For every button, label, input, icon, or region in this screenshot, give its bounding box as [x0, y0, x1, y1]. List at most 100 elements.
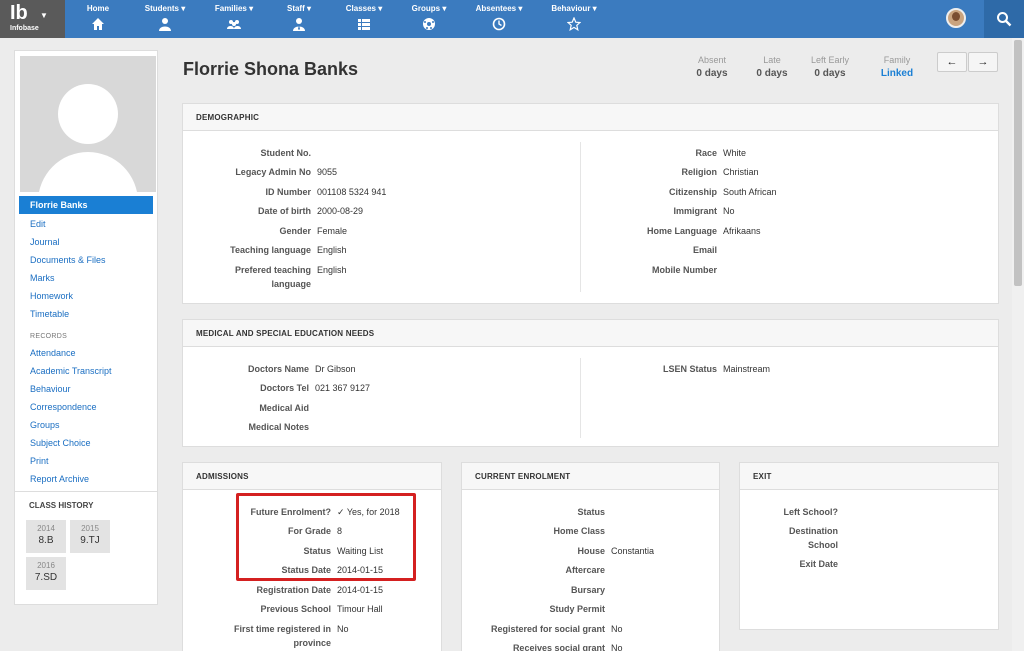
field-label: Student No. — [260, 148, 312, 158]
field-value: 2000-08-29 — [317, 206, 364, 216]
nav-groups-label: Groups ▾ — [411, 4, 447, 13]
field-label: Destination School — [788, 526, 838, 550]
field-label: Race — [695, 148, 717, 158]
stat-left-early: Left Early 0 days — [805, 55, 855, 79]
nav-students-label: Students ▾ — [144, 4, 186, 13]
sidebar-item-academic-transcript[interactable]: Academic Transcript — [15, 362, 157, 380]
sidebar-item-homework[interactable]: Homework — [15, 287, 157, 305]
user-avatar[interactable] — [946, 8, 966, 28]
field-value: No — [611, 643, 623, 651]
highlight-box — [236, 493, 416, 581]
medical-title: MEDICAL AND SPECIAL EDUCATION NEEDS — [183, 320, 998, 347]
sidebar-item-attendance[interactable]: Attendance — [15, 344, 157, 362]
chevron-down-icon: ▼ — [40, 11, 48, 20]
app-logo-menu[interactable]: Ib ▼ Infobase — [0, 0, 65, 38]
field-label: Aftercare — [565, 565, 605, 575]
field-label: LSEN Status — [662, 364, 717, 374]
user-icon — [159, 18, 171, 31]
admissions-title: ADMISSIONS — [183, 463, 441, 490]
class-history-list: 2014 8.B 2015 9.TJ 2016 7.SD — [15, 516, 157, 604]
sidebar-item-groups[interactable]: Groups — [15, 416, 157, 434]
field-value: 001108 5324 941 — [317, 187, 387, 197]
sidebar-item-edit[interactable]: Edit — [15, 215, 157, 233]
previous-student-button[interactable]: ← — [937, 52, 967, 72]
sidebar-item-profile[interactable]: Florrie Banks — [19, 196, 153, 214]
field-label: Citizenship — [668, 187, 717, 197]
field-value: 021 367 9127 — [315, 383, 371, 393]
field-label: Legacy Admin No — [235, 167, 311, 177]
nav-staff-label: Staff ▾ — [286, 4, 311, 13]
class-history-chip[interactable]: 2016 7.SD — [26, 557, 66, 590]
field-value: Mainstream — [723, 364, 771, 374]
field-label: Email — [692, 245, 717, 255]
sidebar-item-journal[interactable]: Journal — [15, 233, 157, 251]
sidebar-item-print[interactable]: Print — [15, 452, 157, 470]
family-linked-link[interactable]: Linked — [872, 68, 922, 79]
field-label: Registration Date — [256, 585, 331, 595]
field-label: House — [577, 546, 605, 556]
field-value: No — [337, 624, 349, 634]
field-label: Previous School — [260, 604, 331, 614]
stat-absent-label: Absent — [697, 55, 727, 65]
field-value: Timour Hall — [337, 604, 383, 614]
sidebar-item-behaviour[interactable]: Behaviour — [15, 380, 157, 398]
chip-class: 7.SD — [34, 572, 58, 583]
logo-text: Ib — [10, 2, 28, 24]
sidebar-item-correspondence[interactable]: Correspondence — [15, 398, 157, 416]
nav-behaviour-label: Behaviour ▾ — [551, 4, 597, 13]
class-history-chip[interactable]: 2015 9.TJ — [70, 520, 110, 553]
class-history-title: CLASS HISTORY — [15, 491, 157, 516]
field-label: Home Class — [553, 526, 605, 536]
search-icon — [997, 12, 1012, 27]
page-scrollbar[interactable] — [1012, 38, 1024, 651]
family-icon — [227, 20, 241, 29]
stat-late-label: Late — [763, 55, 781, 65]
sidebar-item-marks[interactable]: Marks — [15, 269, 157, 287]
sidebar-item-report-archive[interactable]: Report Archive — [15, 470, 157, 488]
medical-panel: MEDICAL AND SPECIAL EDUCATION NEEDS Doct… — [182, 319, 999, 447]
field-value: Female — [317, 226, 348, 236]
field-value: English — [317, 245, 347, 255]
nav-families[interactable]: Families ▾ — [207, 0, 261, 38]
nav-students[interactable]: Students ▾ — [137, 0, 193, 38]
student-photo-placeholder — [20, 56, 156, 192]
search-button[interactable] — [984, 0, 1024, 38]
sidebar-item-subject-choice[interactable]: Subject Choice — [15, 434, 157, 452]
nav-classes[interactable]: Classes ▾ — [340, 0, 388, 38]
nav-absentees[interactable]: Absentees ▾ — [470, 0, 528, 38]
field-label: Status — [577, 507, 605, 517]
next-student-button[interactable]: → — [968, 52, 998, 72]
sidebar-item-documents[interactable]: Documents & Files — [15, 251, 157, 269]
field-label: Mobile Number — [651, 265, 717, 275]
top-navbar: Ib ▼ Infobase Home Students ▾ Families ▾… — [0, 0, 1024, 38]
nav-groups[interactable]: Groups ▾ — [406, 0, 452, 38]
field-label: Left School? — [783, 507, 839, 517]
nav-home[interactable]: Home — [82, 0, 114, 38]
chip-year: 2016 — [37, 561, 55, 570]
scrollbar-thumb[interactable] — [1014, 40, 1022, 286]
nav-staff[interactable]: Staff ▾ — [281, 0, 317, 38]
star-icon — [567, 17, 581, 31]
list-icon — [358, 18, 370, 31]
soccer-ball-icon — [423, 18, 435, 30]
field-value: White — [723, 148, 747, 158]
current-enrolment-title: CURRENT ENROLMENT — [462, 463, 719, 490]
field-label: First time registered in province — [233, 624, 331, 648]
logo-subtitle: Infobase — [10, 25, 39, 32]
chip-year: 2014 — [37, 524, 55, 533]
column-divider — [580, 358, 581, 438]
class-history-chip[interactable]: 2014 8.B — [26, 520, 66, 553]
nav-families-label: Families ▾ — [214, 4, 254, 13]
home-icon — [92, 18, 104, 30]
student-sidebar: Florrie Banks Edit Journal Documents & F… — [14, 50, 158, 605]
sidebar-item-timetable[interactable]: Timetable — [15, 305, 157, 323]
field-value: Dr Gibson — [315, 364, 356, 374]
field-label: Teaching language — [230, 245, 311, 255]
staff-icon — [293, 18, 305, 31]
demographic-panel: DEMOGRAPHIC Student No. Legacy Admin No … — [182, 103, 999, 304]
nav-behaviour[interactable]: Behaviour ▾ — [545, 0, 603, 38]
nav-classes-label: Classes ▾ — [345, 4, 383, 13]
field-value: Afrikaans — [723, 226, 761, 236]
clock-icon — [492, 17, 506, 31]
field-label: Doctors Name — [247, 364, 309, 374]
